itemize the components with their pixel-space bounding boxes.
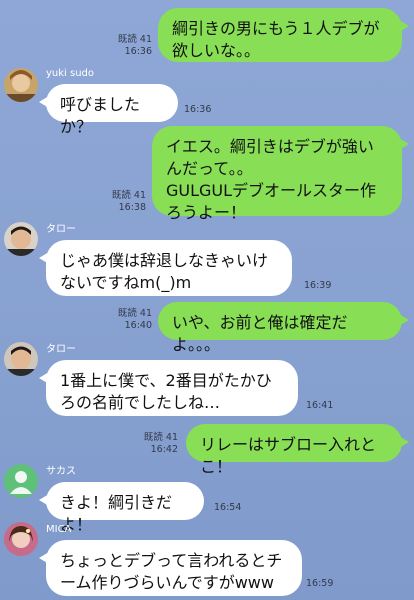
- default-user-avatar-icon: [4, 464, 38, 498]
- message-time: 16:59: [306, 578, 334, 589]
- sender-name: yuki sudo: [46, 68, 95, 79]
- avatar[interactable]: [4, 464, 38, 498]
- message-time: 16:38: [118, 202, 146, 213]
- photo-avatar-icon: [4, 68, 38, 102]
- chat-log: 既読 41 16:36 綱引きの男にもう１人デブが欲しいな。。 yuki sud…: [0, 0, 414, 600]
- photo-avatar-icon: [4, 222, 38, 256]
- message-meta: 16:36: [184, 104, 211, 116]
- message-meta: 16:59: [306, 578, 333, 590]
- message-time: 16:36: [184, 104, 212, 115]
- message-time: 16:42: [150, 444, 178, 455]
- avatar[interactable]: [4, 68, 38, 102]
- message-meta: 16:54: [214, 502, 241, 514]
- sender-name: MICA: [46, 524, 72, 535]
- message-time: 16:41: [306, 400, 334, 411]
- incoming-message[interactable]: 呼びましたか？: [39, 84, 178, 136]
- avatar[interactable]: [4, 342, 38, 376]
- incoming-message[interactable]: きよ！綱引きだよ！: [39, 482, 204, 534]
- sender-name: タロー: [46, 224, 76, 235]
- read-receipt: 既読 41: [111, 190, 146, 201]
- message-meta: 16:41: [306, 400, 333, 412]
- message-time: 16:54: [214, 502, 242, 513]
- outgoing-message[interactable]: リレーはサブロー入れとこ！: [186, 424, 409, 476]
- avatar[interactable]: [4, 222, 38, 256]
- incoming-message[interactable]: じゃあ僕は辞退しなきゃいけないですねm(_)m: [39, 240, 292, 296]
- read-receipt: 既読 41: [117, 308, 152, 319]
- sender-name: サカス: [46, 466, 76, 477]
- outgoing-message[interactable]: 綱引きの男にもう１人デブが欲しいな。。: [158, 8, 409, 62]
- message-meta: 既読 41 16:40: [92, 308, 152, 332]
- sender-name: タロー: [46, 344, 76, 355]
- outgoing-message[interactable]: いや、お前と俺は確定だよ。。。: [158, 302, 409, 354]
- photo-avatar-icon: [4, 522, 38, 556]
- avatar[interactable]: [4, 522, 38, 556]
- message-meta: 既読 41 16:42: [118, 432, 178, 456]
- read-receipt: 既読 41: [143, 432, 178, 443]
- read-receipt: 既読 41: [117, 34, 152, 45]
- message-time: 16:39: [304, 280, 332, 291]
- outgoing-message[interactable]: イエス。綱引きはデブが強いんだって。。 GULGULデブオールスター作ろうよー！: [152, 126, 409, 222]
- incoming-message[interactable]: ちょっとデブって言われるとチーム作りづらいんですがwww: [39, 540, 302, 596]
- message-time: 16:40: [124, 320, 152, 331]
- photo-avatar-icon: [4, 342, 38, 376]
- message-time: 16:36: [124, 46, 152, 57]
- message-meta: 既読 41 16:36: [92, 34, 152, 58]
- message-meta: 既読 41 16:38: [86, 190, 146, 214]
- message-meta: 16:39: [304, 280, 331, 292]
- incoming-message[interactable]: 1番上に僕で、2番目がたかひろの名前でしたしね…: [39, 360, 298, 416]
